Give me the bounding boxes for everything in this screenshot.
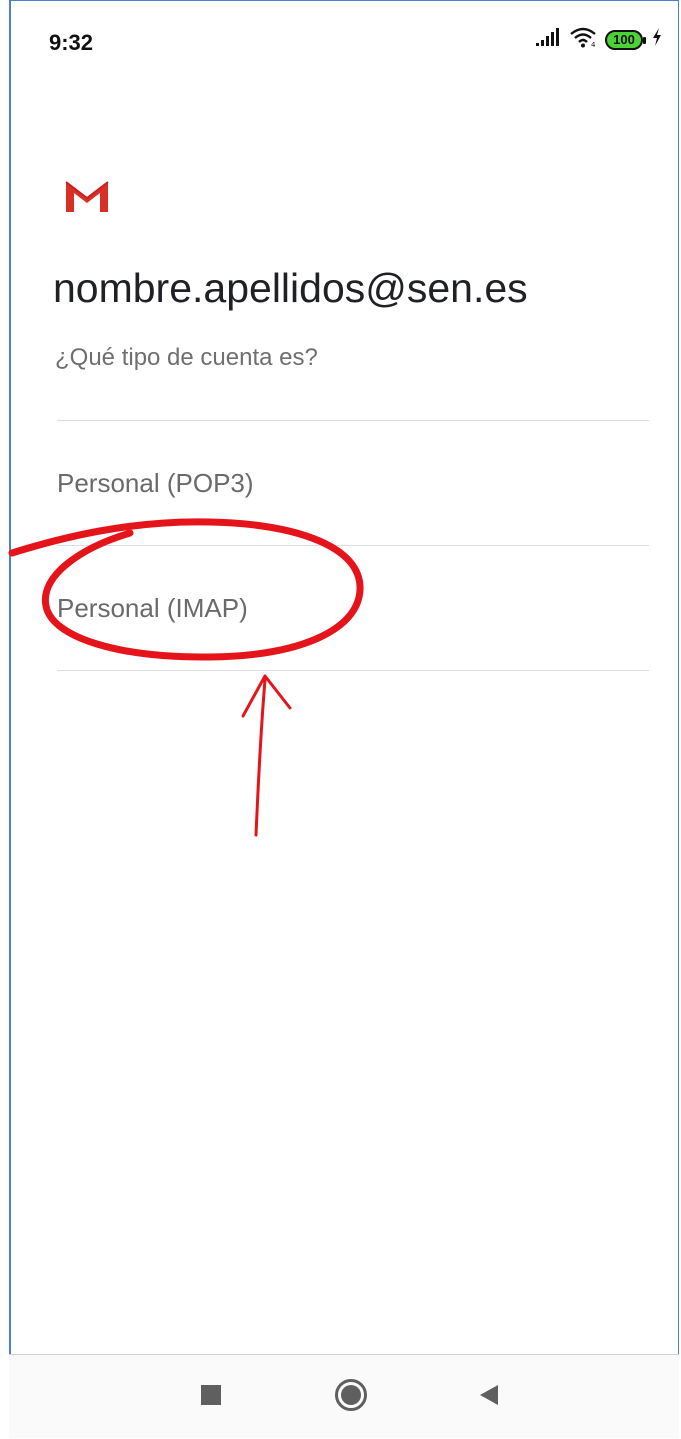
option-imap[interactable]: Personal (IMAP)	[57, 546, 649, 670]
home-button[interactable]	[311, 1355, 391, 1439]
status-bar: 9:32 4 100	[9, 0, 679, 80]
navigation-bar	[9, 1354, 679, 1438]
account-type-question: ¿Qué tipo de cuenta es?	[55, 344, 318, 371]
recents-square-icon	[200, 1384, 222, 1411]
home-circle-icon	[334, 1378, 368, 1417]
status-icons: 4 100	[535, 26, 663, 53]
recents-button[interactable]	[171, 1355, 251, 1439]
back-triangle-icon	[478, 1383, 500, 1412]
divider	[57, 670, 649, 671]
signal-icon	[535, 27, 561, 52]
account-email: nombre.apellidos@sen.es	[53, 265, 528, 311]
battery-icon: 100	[605, 29, 646, 50]
device-frame	[9, 0, 679, 1436]
gmail-icon	[64, 178, 110, 214]
back-button[interactable]	[449, 1355, 529, 1439]
wifi-icon: 4	[569, 26, 597, 53]
status-time: 9:32	[49, 30, 94, 55]
charging-icon	[651, 27, 663, 52]
option-pop3[interactable]: Personal (POP3)	[57, 421, 649, 545]
svg-text:4: 4	[591, 41, 596, 48]
